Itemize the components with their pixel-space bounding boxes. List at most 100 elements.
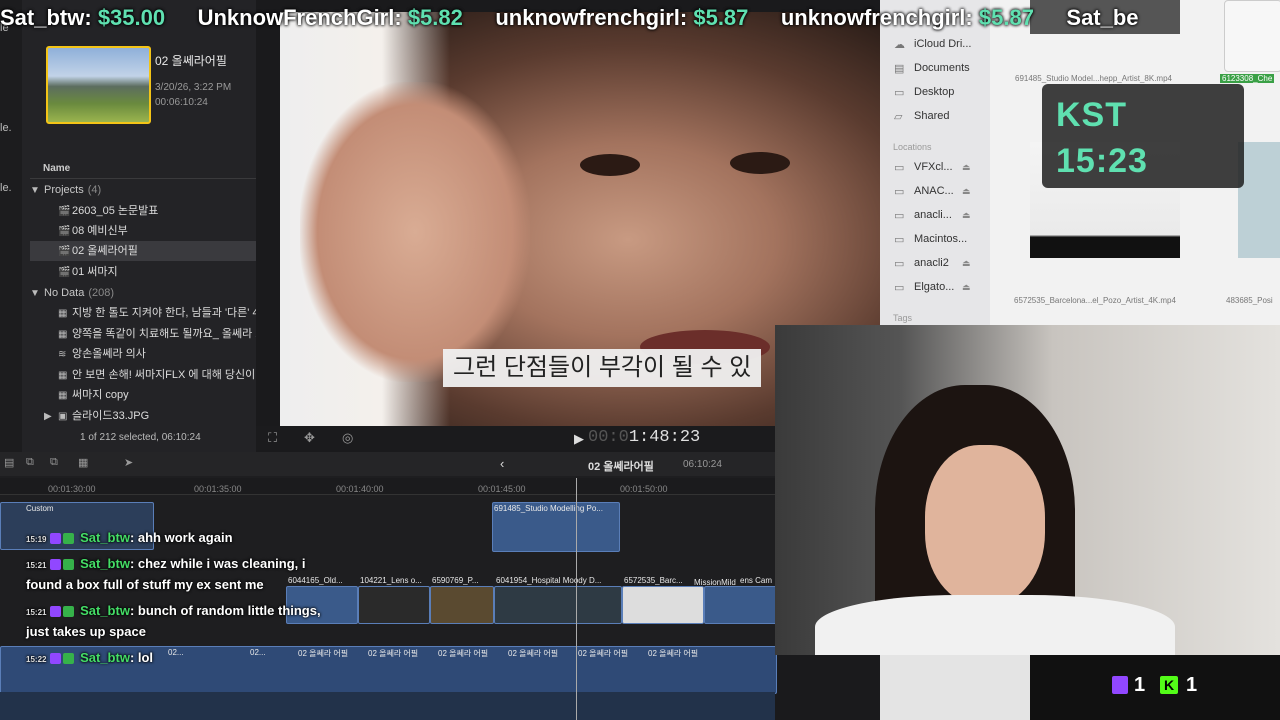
timeline-clip[interactable] (494, 586, 622, 624)
file-thumbnail[interactable] (1238, 142, 1280, 258)
donation-item: Sat_btw: $35.00 (0, 5, 166, 30)
verified-badge-icon (63, 606, 75, 618)
drive-icon: ▭ (894, 210, 905, 222)
media-item[interactable]: ≋ 앙손올쎄라 의사 (30, 344, 256, 364)
finder-item-icloud[interactable]: iCloud Dri... (914, 38, 971, 50)
selected-clip-thumbnail[interactable] (46, 46, 151, 124)
kick-icon: K (1160, 676, 1178, 694)
ruler-tick: 00:01:45:00 (478, 484, 526, 494)
clock-time: 15:23 (1056, 142, 1148, 180)
media-item[interactable]: ▦ 지방 한 톨도 지켜야 한다, 남들과 '다른' 4 (30, 303, 256, 323)
clip-label: 02 올쎄라 어필 (298, 649, 349, 658)
clip-label: 6590769_P... (432, 576, 479, 585)
file-name-selected[interactable]: 6123308_Che (1220, 74, 1275, 83)
clip-name: 02 올쎄라어필 (155, 54, 227, 68)
media-item[interactable]: ▶ ▣ 슬라이드33.JPG (30, 406, 256, 426)
project-item[interactable]: 🎬 01 써마지 (30, 262, 256, 282)
chat-message-continued: just takes up space (26, 624, 146, 639)
finder-location[interactable]: Macintos... (914, 233, 967, 245)
chat-message: 15:22 Sat_btw: lol (26, 650, 154, 665)
finder-item-documents[interactable]: Documents (914, 62, 970, 74)
sub-badge-icon (50, 533, 62, 545)
timeline-clip[interactable] (622, 586, 704, 624)
chat-message: 15:21 Sat_btw: chez while i was cleaning… (26, 556, 306, 571)
eject-icon[interactable]: ⏏ (962, 162, 971, 173)
select-tool-icon[interactable]: ➤ (124, 456, 133, 469)
finder-location[interactable]: anacli... (914, 209, 952, 221)
eject-icon[interactable]: ⏏ (962, 210, 971, 221)
connect-icon[interactable]: ⧉ (26, 456, 34, 469)
back-arrow-icon[interactable]: ‹ (500, 456, 504, 471)
clip-label: 6044165_Old... (288, 576, 343, 585)
group-label: Projects (44, 184, 84, 196)
finder-location[interactable]: VFXcl... (914, 161, 953, 173)
timeline-project-duration: 06:10:24 (683, 459, 722, 470)
list-column-header[interactable]: Name (30, 158, 256, 179)
clip-label: 02... (250, 648, 266, 657)
media-item[interactable]: ▦ 써마지 copy (30, 385, 256, 405)
strip-label: le. (0, 182, 12, 194)
viewer-eye (730, 152, 790, 174)
finder-location[interactable]: anacli2 (914, 257, 949, 269)
timeline-clip[interactable] (704, 586, 777, 624)
clip-label: 02... (168, 648, 184, 657)
append-icon[interactable]: ▦ (78, 456, 88, 469)
finder-location[interactable]: ANAC... (914, 185, 954, 197)
audio-icon: ≋ (58, 349, 67, 360)
speed-icon[interactable]: ◎ (342, 430, 353, 446)
finder-item-desktop[interactable]: Desktop (914, 86, 954, 98)
streamer-face (925, 445, 1045, 605)
file-name[interactable]: 483685_Posi (1226, 296, 1273, 305)
name-column-label: Name (43, 163, 71, 174)
tags-heading: Tags (893, 313, 913, 323)
clip-label: 02 올쎄라 어필 (368, 649, 419, 658)
project-item[interactable]: 🎬 2603_05 논문발표 (30, 201, 256, 221)
timeline-clip[interactable] (358, 586, 430, 624)
eject-icon[interactable]: ⏏ (962, 282, 971, 293)
audio-waveform[interactable] (0, 692, 775, 720)
disclosure-closed-icon[interactable]: ▶ (44, 407, 58, 426)
donation-ticker: Sat_btw: $35.00 UnknowFrenchGirl: $5.82 … (0, 0, 1280, 38)
projects-group[interactable]: ▼ Projects (4) (30, 180, 256, 200)
viewer-hand (300, 82, 530, 382)
eject-icon[interactable]: ⏏ (962, 186, 971, 197)
insert-icon[interactable]: ⧉ (50, 456, 58, 469)
chat-message: 15:19 Sat_btw: ahh work again (26, 530, 233, 545)
drive-icon: ▭ (894, 162, 905, 174)
twitch-viewer-count: 1 (1134, 674, 1146, 696)
disclosure-open-icon[interactable]: ▼ (30, 284, 44, 303)
twitch-icon (1112, 676, 1128, 694)
overlay-name: MissionMild (694, 578, 736, 587)
donation-item: Sat_be (1066, 5, 1139, 30)
disclosure-open-icon[interactable]: ▼ (30, 181, 44, 200)
timeline-clip[interactable] (430, 586, 494, 624)
clip-appearance-icon[interactable]: ▤ (4, 456, 14, 469)
media-item[interactable]: ▦ 안 보면 손해! 써마지FLX 에 대해 당신이 (30, 365, 256, 385)
file-name[interactable]: 691485_Studio Model...hepp_Artist_8K.mp4 (1015, 74, 1172, 83)
finder-item-shared[interactable]: Shared (914, 110, 949, 122)
playhead[interactable] (576, 478, 577, 720)
desktop-icon: ▭ (894, 87, 905, 99)
icloud-icon: ☁ (894, 39, 905, 51)
nodata-group[interactable]: ▼ No Data (208) (30, 283, 256, 303)
clapper-icon: 🎬 (58, 267, 71, 278)
finder-location[interactable]: Elgato... (914, 281, 954, 293)
clapper-icon: 🎬 (58, 206, 71, 217)
shared-folder-icon: ▱ (894, 111, 903, 123)
file-name[interactable]: 6572535_Barcelona...el_Pozo_Artist_4K.mp… (1014, 296, 1176, 305)
viewer-eye (580, 154, 640, 176)
kick-viewer-count: 1 (1186, 674, 1198, 696)
clip-label: 02 올쎄라 어필 (508, 649, 559, 658)
eject-icon[interactable]: ⏏ (962, 258, 971, 269)
crop-icon[interactable]: ⛶ (268, 430, 277, 446)
transform-icon[interactable]: ✥ (304, 430, 315, 446)
donation-item: unknowfrenchgirl: $5.87 (780, 5, 1034, 30)
media-item[interactable]: ▦ 양쪽을 똑같이 치료해도 될까요_ 올쎄라 끄 (30, 324, 256, 344)
ruler-tick: 00:01:40:00 (336, 484, 384, 494)
sub-badge-icon (50, 606, 62, 618)
project-item-selected[interactable]: 🎬 02 올쎄라어필 (30, 241, 256, 261)
project-item[interactable]: 🎬 08 예비신부 (30, 221, 256, 241)
locations-heading: Locations (893, 142, 932, 152)
play-icon[interactable]: ▶ (574, 431, 584, 447)
clip-label: 6572535_Barc... (624, 576, 683, 585)
